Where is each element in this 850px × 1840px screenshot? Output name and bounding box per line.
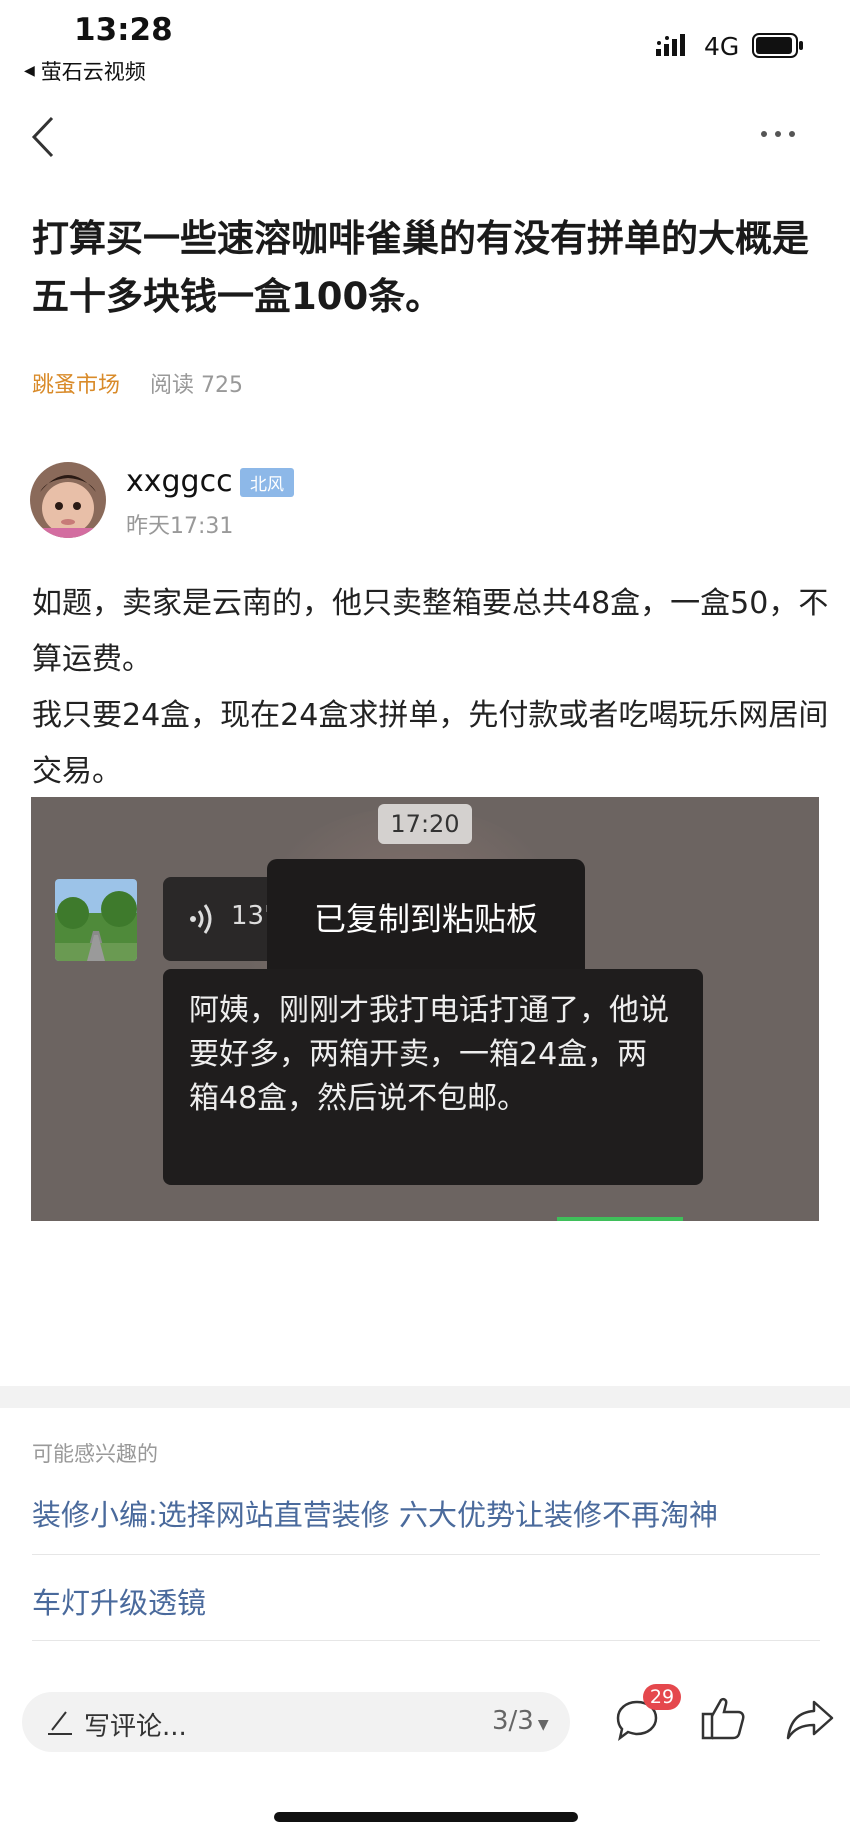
- signal-icon: [656, 34, 685, 56]
- chat-avatar: [55, 879, 137, 961]
- more-dots-icon[interactable]: [758, 122, 798, 146]
- author-badge: 北风: [240, 468, 294, 497]
- author-name[interactable]: xxggcc: [126, 464, 233, 499]
- divider: [32, 1640, 820, 1641]
- comment-count-badge: 29: [643, 1684, 681, 1710]
- recommendation-link[interactable]: 装修小编:选择网站直营装修 六大优势让装修不再淘神: [32, 1492, 822, 1534]
- section-divider: [0, 1386, 850, 1408]
- back-triangle-icon: ◀: [24, 63, 35, 79]
- share-icon[interactable]: [786, 1698, 834, 1740]
- forum-link[interactable]: 跳蚤市场: [32, 367, 120, 399]
- network-type: 4G: [704, 32, 740, 61]
- divider: [32, 1554, 820, 1555]
- post-time: 昨天17:31: [126, 514, 234, 539]
- body-paragraph: 我只要24盒，现在24盒求拼单，先付款或者吃喝玩乐网居间交易。: [32, 698, 829, 789]
- comment-placeholder: 写评论...: [84, 1712, 187, 1742]
- green-strip: [557, 1217, 683, 1221]
- voice-wave-icon: [190, 904, 212, 934]
- author-row: xxggcc 北风 昨天17:31: [30, 462, 820, 542]
- caret-down-icon: ▼: [537, 1717, 549, 1733]
- recommendation-link[interactable]: 车灯升级透镜: [32, 1580, 822, 1622]
- post-title: 打算买一些速溶咖啡雀巢的有没有拼单的大概是五十多块钱一盒100条。: [32, 217, 809, 318]
- comment-input[interactable]: 写评论... 3/3 ▼: [22, 1692, 570, 1752]
- home-indicator: [274, 1812, 578, 1822]
- battery-icon: [752, 33, 803, 58]
- back-app-label: 萤石云视频: [40, 60, 146, 84]
- back-to-app-link[interactable]: ◀ 萤石云视频: [24, 56, 146, 86]
- status-time: 13:28: [74, 12, 173, 48]
- recommendations-header: 可能感兴趣的: [32, 1442, 158, 1466]
- post-body: 如题，卖家是云南的，他只卖整箱要总共48盒，一盒50，不算运费。 我只要24盒，…: [32, 576, 832, 800]
- pencil-icon: [48, 1711, 72, 1735]
- post-meta: 跳蚤市场 阅读 725: [32, 367, 243, 399]
- thumbs-up-icon[interactable]: [700, 1694, 746, 1742]
- text-message-bubble: 阿姨，刚刚才我打电话打通了，他说要好多，两箱开卖，一箱24盒，两箱48盒，然后说…: [163, 969, 703, 1185]
- back-icon[interactable]: [22, 112, 62, 162]
- page-indicator-label: 3/3: [492, 1706, 534, 1736]
- bottom-action-bar: 写评论... 3/3 ▼ 29: [0, 1680, 850, 1760]
- body-paragraph: 如题，卖家是云南的，他只卖整箱要总共48盒，一盒50，不算运费。: [32, 586, 829, 677]
- top-nav: [0, 100, 850, 170]
- avatar[interactable]: [30, 462, 106, 538]
- status-bar: 13:28 ◀ 萤石云视频 4G: [0, 0, 850, 90]
- copied-toast: 已复制到粘贴板: [267, 859, 585, 979]
- post-image[interactable]: 17:20 13" 已复制到粘贴板 阿姨，刚刚才我打电话打通了，他说要好多，两箱…: [31, 797, 819, 1221]
- chat-timestamp: 17:20: [378, 804, 472, 844]
- page-indicator[interactable]: 3/3 ▼: [492, 1706, 549, 1736]
- read-count: 阅读 725: [150, 373, 244, 398]
